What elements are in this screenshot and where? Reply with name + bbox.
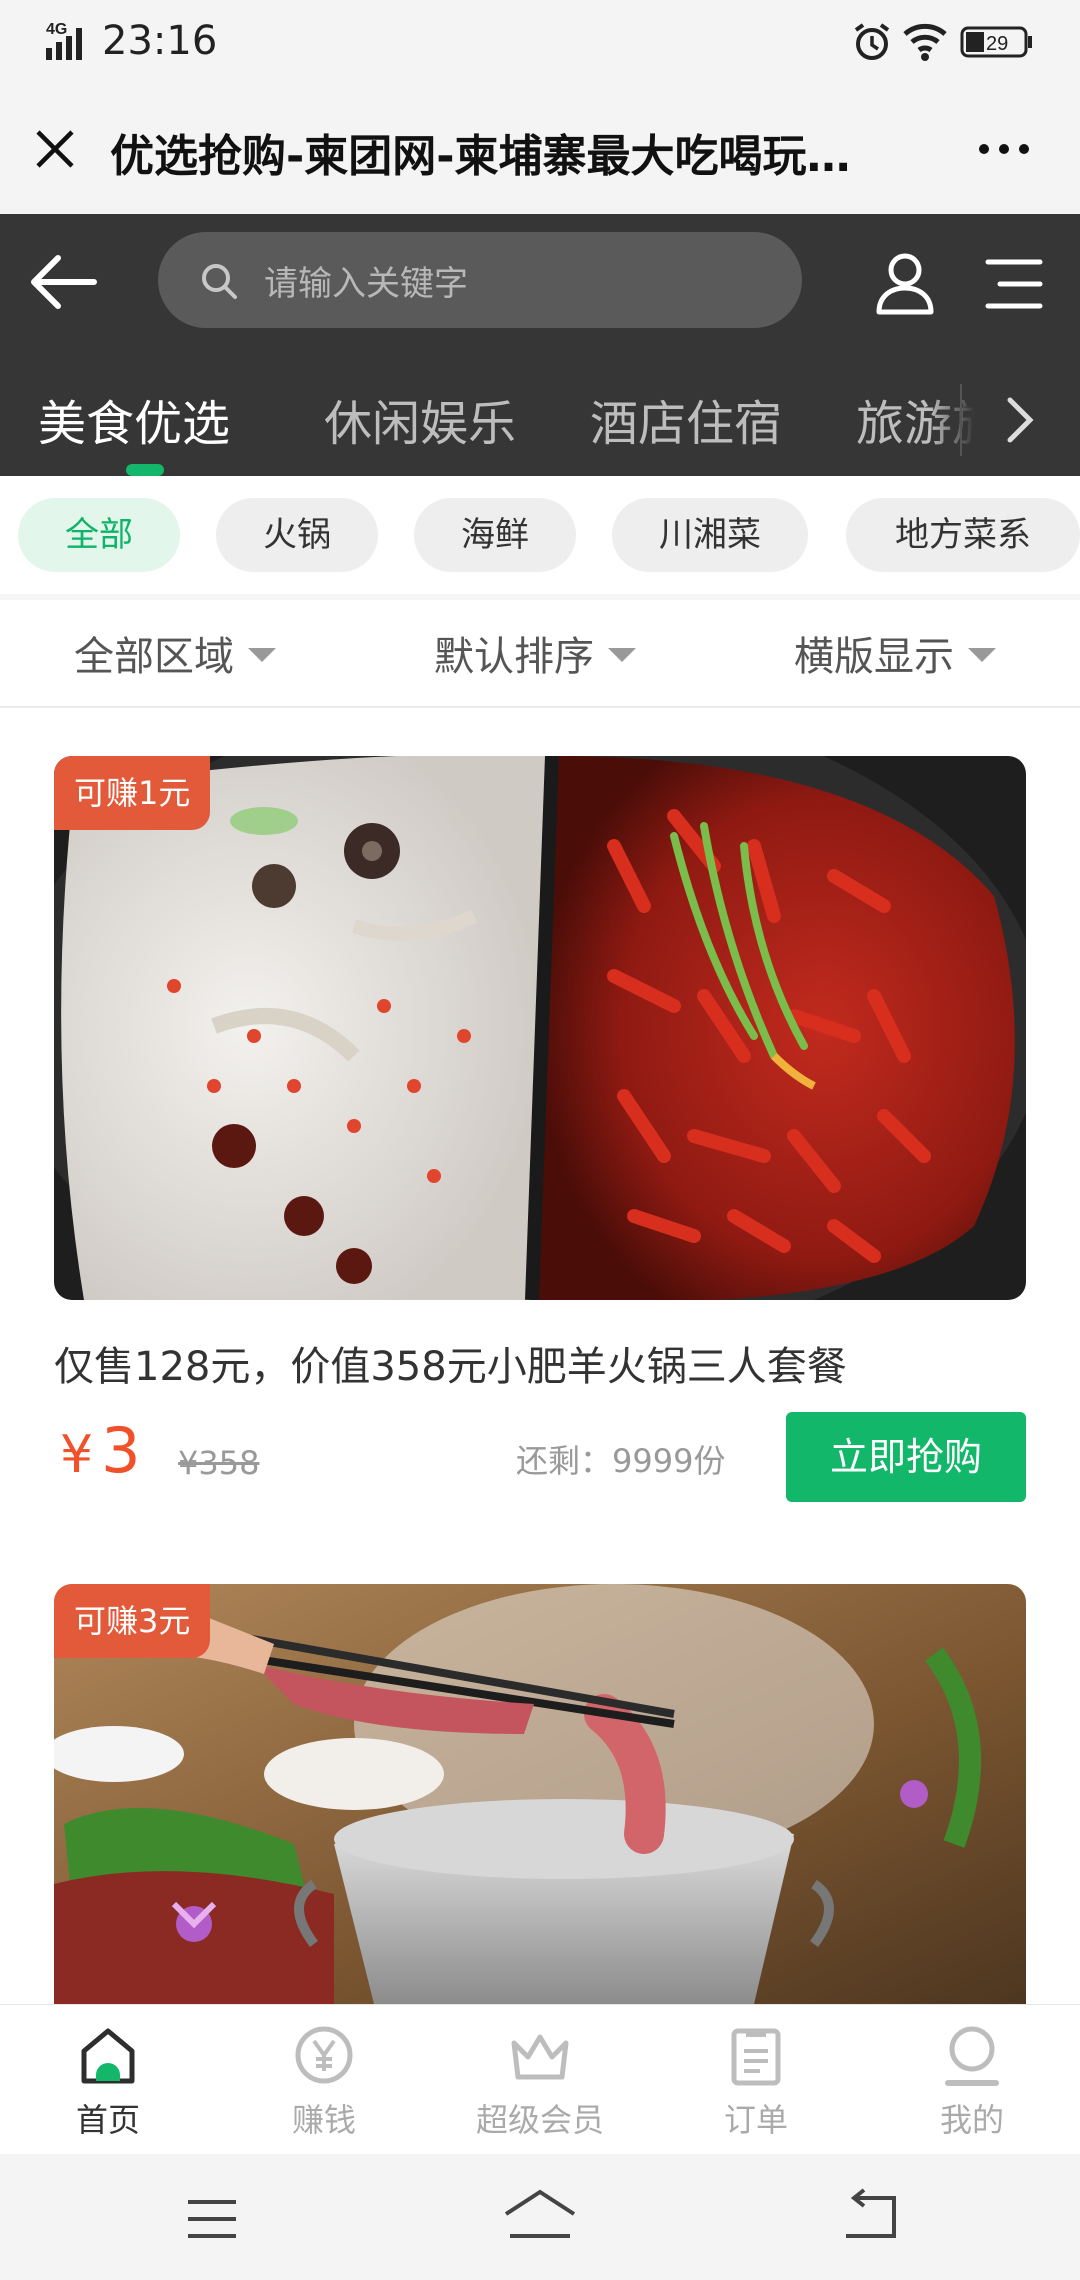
tab-leisure[interactable]: 休闲娱乐 [324, 384, 516, 454]
svg-text:4G: 4G [46, 21, 67, 38]
status-bar: 4G 23:16 29 [0, 0, 1080, 86]
signal-icon: 4G [44, 18, 96, 62]
category-tabs: 美食优选 休闲娱乐 酒店住宿 旅游旅 [0, 364, 1080, 476]
coin-yen-icon [295, 2026, 353, 2084]
nav-vip[interactable]: 超级会员 [432, 2023, 648, 2141]
filter-display[interactable]: 横版显示 [794, 624, 996, 682]
user-icon[interactable] [870, 248, 940, 318]
nav-earn[interactable]: 赚钱 [216, 2023, 432, 2141]
filter-area-label: 全部区域 [74, 634, 234, 680]
battery-icon: 29 [960, 24, 1034, 60]
original-price: ¥358 [178, 1444, 260, 1482]
tab-divider [960, 384, 962, 456]
nav-orders-label: 订单 [723, 2101, 788, 2139]
filter-display-label: 横版显示 [794, 634, 954, 680]
clipboard-icon [731, 2028, 781, 2086]
menu-icon[interactable] [982, 254, 1046, 314]
alarm-icon [852, 22, 892, 62]
nav-home[interactable]: 首页 [0, 2023, 216, 2141]
svg-text:29: 29 [986, 33, 1008, 55]
earn-badge: 可赚3元 [54, 1584, 211, 1658]
earn-badge: 可赚1元 [54, 756, 211, 830]
product-title[interactable]: 仅售128元，价值358元小肥羊火锅三人套餐 [54, 1334, 847, 1392]
filter-sort-label: 默认排序 [434, 634, 594, 680]
more-icon[interactable] [976, 134, 1032, 164]
home-button-icon[interactable] [502, 2186, 578, 2246]
chip-hotpot[interactable]: 火锅 [216, 498, 378, 572]
crown-icon [511, 2034, 569, 2080]
webview-title-bar: 优选抢购-柬团网-柬埔寨最大吃喝玩… [0, 86, 1080, 214]
caret-down-icon [968, 648, 996, 662]
back-button-icon[interactable] [838, 2188, 902, 2244]
caret-down-icon [248, 648, 276, 662]
search-icon [200, 262, 240, 302]
user-icon [945, 2026, 999, 2086]
nav-vip-label: 超级会员 [475, 2101, 604, 2139]
active-tab-indicator [126, 464, 164, 476]
chip-regional[interactable]: 地方菜系 [846, 498, 1080, 572]
subcategory-chips: 全部 火锅 海鲜 川湘菜 地方菜系 [0, 476, 1080, 594]
recents-menu-icon[interactable] [182, 2194, 242, 2244]
stock-label: 还剩： [516, 1442, 613, 1480]
nav-mine-label: 我的 [939, 2101, 1004, 2139]
filter-bar: 全部区域 默认排序 横版显示 [0, 600, 1080, 708]
product-image[interactable] [54, 756, 1026, 1300]
chip-sichuan-hunan[interactable]: 川湘菜 [612, 498, 808, 572]
wifi-icon [902, 22, 948, 62]
clock: 23:16 [102, 18, 218, 64]
price-value: 3 [101, 1414, 141, 1487]
back-arrow-icon[interactable] [28, 252, 100, 312]
tab-hotel[interactable]: 酒店住宿 [590, 384, 782, 454]
nav-orders[interactable]: 订单 [648, 2023, 864, 2141]
stock-value: 9999份 [612, 1442, 726, 1480]
header: 请输入关键字 美食优选 休闲娱乐 酒店住宿 旅游旅 [0, 214, 1080, 476]
search-input[interactable]: 请输入关键字 [158, 232, 802, 328]
close-icon[interactable] [30, 124, 80, 174]
nav-home-label: 首页 [75, 2101, 140, 2139]
nav-earn-label: 赚钱 [291, 2101, 356, 2139]
stock-remaining: 还剩：9999份 [516, 1436, 725, 1482]
home-icon [81, 2028, 135, 2084]
current-price: ¥3 [60, 1414, 141, 1487]
page-title: 优选抢购-柬团网-柬埔寨最大吃喝玩… [110, 131, 851, 182]
system-navigation-bar [0, 2154, 1080, 2280]
tab-food[interactable]: 美食优选 [38, 384, 230, 454]
nav-mine[interactable]: 我的 [864, 2023, 1080, 2141]
chip-all[interactable]: 全部 [18, 498, 180, 572]
currency-symbol: ¥ [60, 1425, 94, 1485]
caret-down-icon [608, 648, 636, 662]
filter-sort[interactable]: 默认排序 [434, 624, 636, 682]
bottom-navigation: 首页 赚钱 超级会员 订单 我的 [0, 2004, 1080, 2154]
buy-now-button[interactable]: 立即抢购 [786, 1412, 1026, 1502]
search-placeholder: 请输入关键字 [264, 264, 468, 304]
chip-seafood[interactable]: 海鲜 [414, 498, 576, 572]
filter-area[interactable]: 全部区域 [74, 624, 276, 682]
chevron-right-icon[interactable] [1000, 390, 1040, 450]
